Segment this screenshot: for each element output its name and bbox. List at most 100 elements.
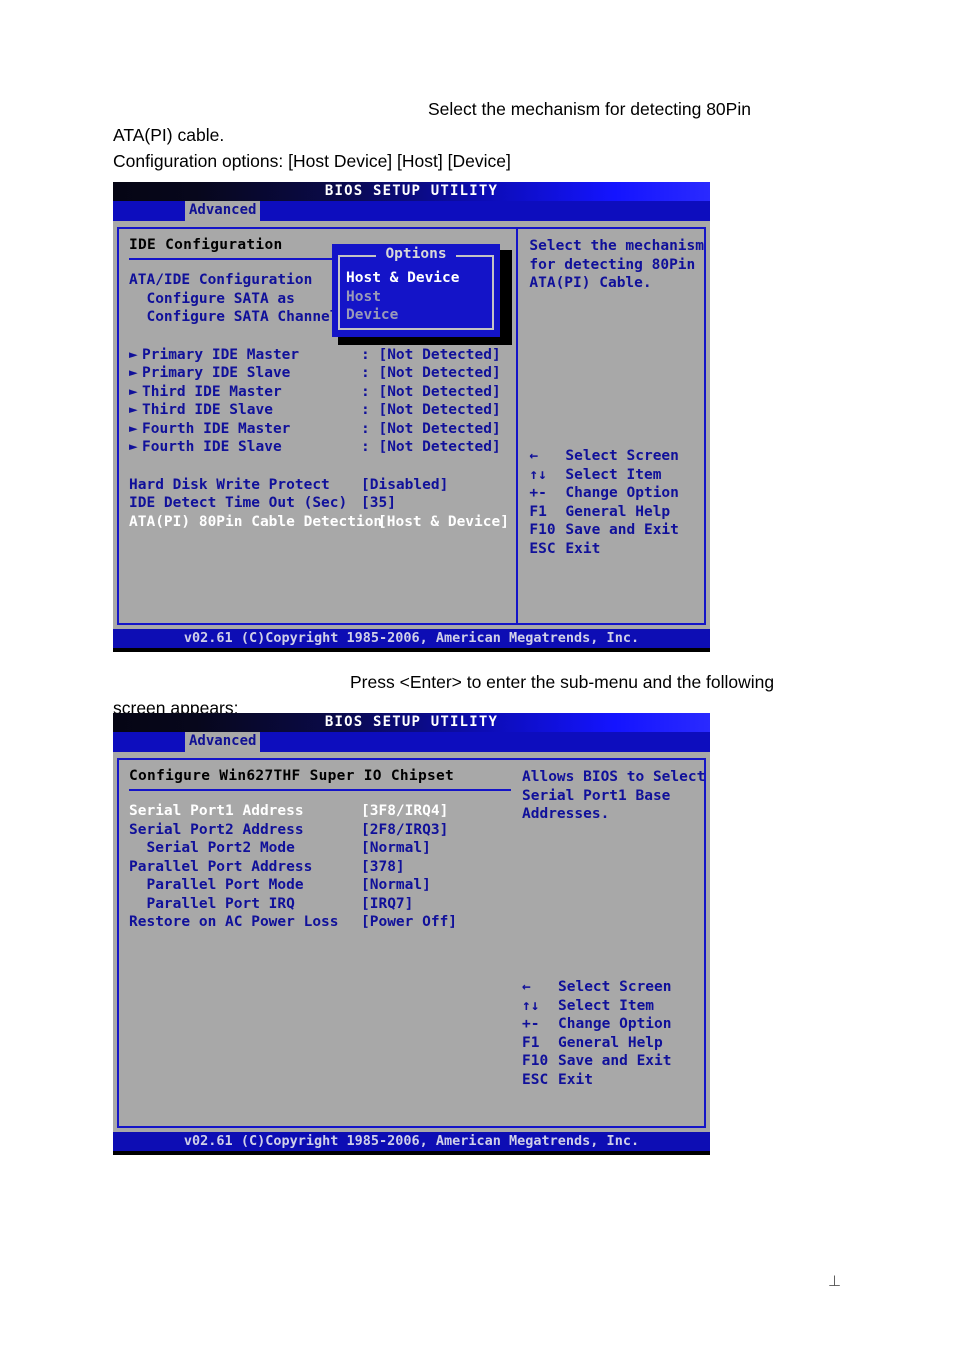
key-glyph: ESC: [522, 1071, 549, 1088]
device-value: : [Not Detected]: [361, 402, 501, 418]
help-text: Select the mechanism for detecting 80Pin…: [529, 238, 704, 291]
help-text: Allows BIOS to Select Serial Port1 Base …: [522, 769, 706, 822]
key-glyph: ↑↓: [522, 997, 540, 1014]
setting-value: [IRQ7]: [361, 895, 414, 912]
bios-footer: v02.61 (C)Copyright 1985-2006, American …: [113, 629, 710, 648]
heading-divider: [129, 789, 511, 791]
device-value: : [Not Detected]: [361, 420, 501, 437]
key-legend-row: +- Change Option: [522, 1015, 672, 1034]
key-desc: Save and Exit: [558, 1053, 672, 1069]
key-glyph: F10: [529, 522, 556, 538]
bios-menu-bar: Advanced: [113, 732, 710, 752]
key-legend-row: ESC Exit: [522, 1071, 672, 1090]
key-glyph: ←: [529, 448, 539, 464]
section-heading: Configure Win627THF Super IO Chipset: [129, 768, 455, 784]
key-glyph: F1: [522, 1034, 540, 1051]
device-row[interactable]: ► Fourth IDE Master: [Not Detected]: [129, 420, 516, 439]
device-value: : [Not Detected]: [361, 383, 501, 400]
submenu-arrow-icon: ►: [129, 346, 138, 363]
device-row[interactable]: ► Third IDE Slave: [Not Detected]: [129, 401, 516, 420]
bios-body: IDE Configuration ATA/IDE Configuration[…: [113, 221, 710, 629]
device-row[interactable]: ► Primary IDE Master: [Not Detected]: [129, 346, 516, 365]
setting-row-selected[interactable]: Serial Port1 Address [3F8/IRQ4]: [129, 802, 511, 821]
key-glyph: F1: [529, 503, 547, 520]
submenu-arrow-icon: ►: [129, 365, 138, 381]
bios-title-bar: BIOS SETUP UTILITY: [113, 182, 710, 201]
help-panel: Allows BIOS to Select Serial Port1 Base …: [511, 760, 705, 1126]
setting-value: [Power Off]: [361, 914, 458, 930]
key-desc: Select Item: [558, 997, 655, 1014]
key-desc: Select Item: [565, 466, 662, 483]
setting-label: Serial Port2 Mode: [129, 840, 295, 856]
page-corner-mark: ⊥: [828, 1273, 842, 1290]
setting-label: Restore on AC Power Loss: [129, 914, 339, 930]
setting-value: [35]: [361, 495, 396, 511]
device-value: : [Not Detected]: [361, 365, 501, 381]
options-popup-item[interactable]: Device: [332, 306, 500, 325]
setting-row[interactable]: Parallel Port Mode [Normal]: [129, 876, 511, 895]
bios-screen-ide-configuration: BIOS SETUP UTILITY Advanced IDE Configur…: [113, 182, 710, 652]
key-legend-row: ESC Exit: [529, 540, 679, 559]
submenu-arrow-icon: ►: [129, 383, 138, 400]
device-label: Primary IDE Slave: [142, 365, 291, 381]
setting-label: ATA(PI) 80Pin Cable Detection: [129, 513, 383, 530]
submenu-arrow-icon: ►: [129, 439, 138, 455]
setting-row[interactable]: Serial Port2 Mode [Normal]: [129, 839, 511, 858]
device-value: : [Not Detected]: [361, 439, 501, 455]
key-glyph: +-: [522, 1016, 540, 1032]
key-legend-row: ← Select Screen: [529, 447, 679, 466]
bios-panels: Configure Win627THF Super IO Chipset Ser…: [117, 758, 706, 1126]
setting-row[interactable]: Restore on AC Power Loss [Power Off]: [129, 913, 511, 932]
super-io-settings-group: Serial Port1 Address [3F8/IRQ4] Serial Po…: [129, 802, 511, 932]
key-legend-row: F1 General Help: [522, 1034, 672, 1053]
key-legend-row: ← Select Screen: [522, 978, 672, 997]
setting-row[interactable]: Hard Disk Write Protect [Disabled]: [129, 476, 516, 495]
options-popup-list: Host & Device Host Device: [332, 269, 500, 325]
options-popup[interactable]: Options Host & Device Host Device: [332, 244, 500, 337]
key-desc: Exit: [565, 540, 601, 557]
menu-tab-advanced[interactable]: Advanced: [185, 201, 261, 221]
key-desc: Exit: [558, 1071, 593, 1088]
setting-row[interactable]: Parallel Port Address [378]: [129, 858, 511, 877]
bios-bottom-strip: [113, 1150, 710, 1155]
setting-row[interactable]: Serial Port2 Address [2F8/IRQ3]: [129, 821, 511, 840]
bios-title: BIOS SETUP UTILITY: [324, 183, 499, 199]
setting-value: [Host & Device]: [378, 513, 509, 530]
key-legend-row: +- Change Option: [529, 484, 679, 503]
settings-panel: IDE Configuration ATA/IDE Configuration[…: [119, 229, 516, 623]
bios-title: BIOS SETUP UTILITY: [324, 714, 499, 730]
setting-label: Hard Disk Write Protect: [129, 476, 330, 493]
key-desc: Select Screen: [565, 448, 679, 464]
bios-title-bar: BIOS SETUP UTILITY: [113, 713, 710, 732]
device-row[interactable]: ► Primary IDE Slave : [Not Detected]: [129, 364, 516, 383]
setting-value: [3F8/IRQ4]: [361, 803, 449, 819]
key-glyph: +-: [529, 485, 547, 501]
setting-label: Configure SATA as: [129, 290, 295, 307]
setting-row-selected[interactable]: ATA(PI) 80Pin Cable Detection [Host & Dev…: [129, 513, 516, 532]
key-glyph: ESC: [529, 540, 556, 557]
options-popup-item[interactable]: Host & Device: [332, 269, 500, 288]
key-legend: ← Select Screen ↑↓ Select Item +- Change Op…: [529, 447, 679, 558]
setting-row[interactable]: Parallel Port IRQ [IRQ7]: [129, 895, 511, 914]
device-label: Primary IDE Master: [142, 346, 300, 363]
device-row[interactable]: ► Third IDE Master: [Not Detected]: [129, 383, 516, 402]
menu-tab-advanced[interactable]: Advanced: [185, 732, 261, 752]
submenu-arrow-icon: ►: [129, 402, 138, 418]
device-row[interactable]: ► Fourth IDE Slave: [Not Detected]: [129, 438, 516, 457]
key-desc: General Help: [558, 1034, 663, 1051]
bios-bottom-strip: [113, 648, 710, 652]
help-panel: Select the mechanism for detecting 80Pin…: [518, 229, 704, 623]
intro-line-3: Configuration options: [Host Device] [Ho…: [113, 151, 511, 171]
key-legend-row: F1 General Help: [529, 503, 679, 522]
bios-screen-super-io: BIOS SETUP UTILITY Advanced Configure Wi…: [113, 713, 710, 1155]
setting-label: Parallel Port Mode: [129, 877, 304, 893]
setting-label: Serial Port1 Address: [129, 803, 304, 819]
intro-line-2: ATA(PI) cable.: [113, 125, 225, 145]
key-desc: General Help: [565, 503, 671, 520]
options-popup-item[interactable]: Host: [332, 288, 500, 307]
bios-body: Configure Win627THF Super IO Chipset Ser…: [113, 752, 710, 1132]
key-glyph: ←: [522, 979, 531, 995]
setting-row[interactable]: IDE Detect Time Out (Sec) [35]: [129, 494, 516, 513]
mid-line-1: Press <Enter> to enter the sub-menu and …: [350, 672, 775, 692]
